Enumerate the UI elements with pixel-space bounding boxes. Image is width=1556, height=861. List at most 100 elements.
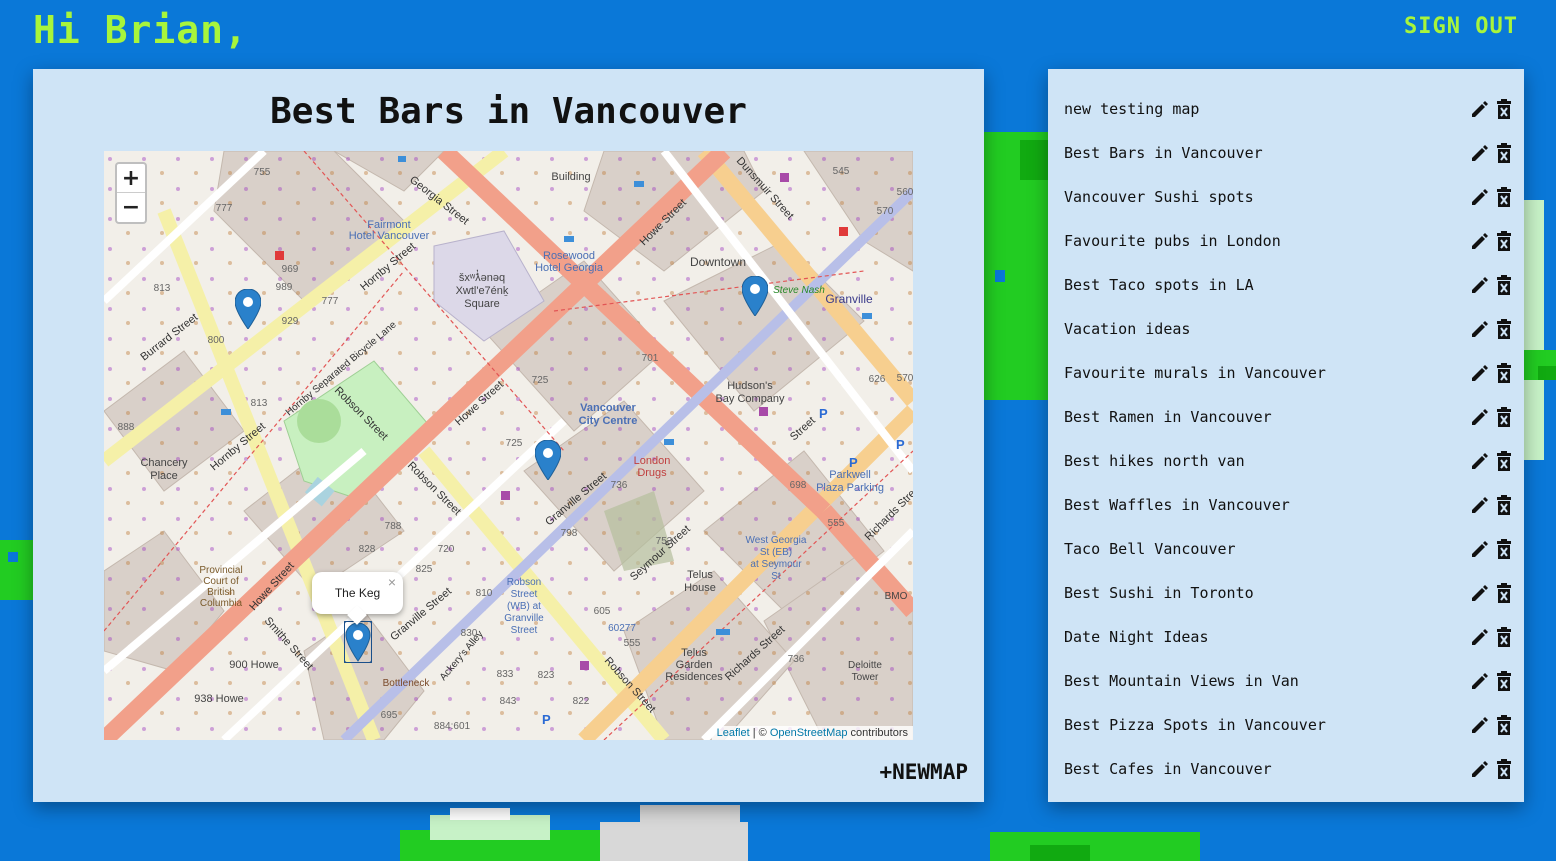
- label-938-howe: 938 Howe: [194, 693, 244, 705]
- popup-close-button[interactable]: ×: [388, 574, 396, 590]
- popup-text: The Keg: [334, 586, 381, 600]
- map-marker-icon-selected[interactable]: [344, 621, 372, 663]
- svg-text:Street: Street: [511, 625, 538, 636]
- label-60277: 60277: [608, 623, 636, 634]
- map-list-item-name[interactable]: Best Ramen in Vancouver: [1064, 408, 1272, 426]
- trash-icon[interactable]: [1496, 627, 1512, 647]
- zoom-in-button[interactable]: +: [117, 164, 145, 193]
- svg-text:777: 777: [322, 296, 339, 307]
- map-list-item-actions: [1470, 671, 1512, 691]
- label-court-1: Provincial: [199, 565, 242, 576]
- map-marker-icon[interactable]: [235, 289, 261, 329]
- svg-text:P: P: [819, 406, 828, 421]
- svg-text:St (EB): St (EB): [760, 547, 792, 558]
- trash-icon[interactable]: [1496, 715, 1512, 735]
- trash-icon[interactable]: [1496, 495, 1512, 515]
- map-list-item: Best hikes north van: [1064, 439, 1512, 483]
- map-list-item-actions: [1470, 759, 1512, 779]
- pencil-icon[interactable]: [1470, 539, 1490, 559]
- map-list-item-name[interactable]: Best hikes north van: [1064, 452, 1245, 470]
- pencil-icon[interactable]: [1470, 319, 1490, 339]
- map-list-item-name[interactable]: Favourite murals in Vancouver: [1064, 364, 1326, 382]
- svg-text:560: 560: [897, 187, 913, 198]
- sign-out-button[interactable]: SIGN OUT: [1404, 14, 1518, 39]
- map-list-item-name[interactable]: Vacation ideas: [1064, 320, 1190, 338]
- map-list-item-name[interactable]: Best Sushi in Toronto: [1064, 584, 1254, 602]
- pencil-icon[interactable]: [1470, 759, 1490, 779]
- map-list-item-name[interactable]: Best Waffles in Vancouver: [1064, 496, 1290, 514]
- leaflet-link[interactable]: Leaflet: [717, 727, 750, 739]
- map-list-item-name[interactable]: Best Cafes in Vancouver: [1064, 760, 1272, 778]
- trash-icon[interactable]: [1496, 275, 1512, 295]
- map-list-item-name[interactable]: Best Pizza Spots in Vancouver: [1064, 716, 1326, 734]
- trash-icon[interactable]: [1496, 319, 1512, 339]
- svg-text:736: 736: [788, 654, 805, 665]
- map-list-item-name[interactable]: Favourite pubs in London: [1064, 232, 1281, 250]
- label-building: Building: [551, 171, 590, 183]
- pencil-icon[interactable]: [1470, 671, 1490, 691]
- svg-text:989: 989: [276, 282, 293, 293]
- map-list-item: Date Night Ideas: [1064, 615, 1512, 659]
- pencil-icon[interactable]: [1470, 627, 1490, 647]
- map-list-item-actions: [1470, 451, 1512, 471]
- map-marker-icon[interactable]: [742, 276, 768, 316]
- label-granville: Granville: [825, 292, 873, 306]
- trash-icon[interactable]: [1496, 759, 1512, 779]
- trash-icon[interactable]: [1496, 99, 1512, 119]
- map-list-item-name[interactable]: new testing map: [1064, 100, 1199, 118]
- label-west-georgia: West Georgia: [746, 535, 807, 546]
- trash-icon[interactable]: [1496, 363, 1512, 383]
- marker-popup: The Keg ×: [312, 572, 403, 625]
- trash-icon[interactable]: [1496, 231, 1512, 251]
- map-list-item: Favourite murals in Vancouver: [1064, 351, 1512, 395]
- map-list-item-name[interactable]: Taco Bell Vancouver: [1064, 540, 1236, 558]
- map-list-item-name[interactable]: Best Bars in Vancouver: [1064, 144, 1263, 162]
- trash-icon[interactable]: [1496, 671, 1512, 691]
- zoom-control: + −: [115, 162, 147, 224]
- label-telus-house-2: House: [684, 582, 716, 594]
- map-list-item-actions: [1470, 627, 1512, 647]
- pencil-icon[interactable]: [1470, 451, 1490, 471]
- svg-text:725: 725: [506, 438, 523, 449]
- pencil-icon[interactable]: [1470, 407, 1490, 427]
- label-parkwell: Parkwell: [829, 469, 871, 481]
- label-city-centre: City Centre: [579, 415, 638, 427]
- trash-icon[interactable]: [1496, 407, 1512, 427]
- openstreetmap-link[interactable]: OpenStreetMap: [770, 727, 848, 739]
- new-map-button[interactable]: +NEWMAP: [879, 760, 968, 784]
- svg-text:626: 626: [869, 374, 886, 385]
- svg-text:698: 698: [790, 480, 807, 491]
- pencil-icon[interactable]: [1470, 231, 1490, 251]
- map-marker-icon[interactable]: [535, 440, 561, 480]
- map-list-item-name[interactable]: Best Mountain Views in Van: [1064, 672, 1299, 690]
- trash-icon[interactable]: [1496, 451, 1512, 471]
- pencil-icon[interactable]: [1470, 583, 1490, 603]
- pencil-icon[interactable]: [1470, 275, 1490, 295]
- map-list-item-actions: [1470, 231, 1512, 251]
- leaflet-map[interactable]: Georgia Street Dunsmuir Street Howe Stre…: [104, 151, 913, 740]
- pencil-icon[interactable]: [1470, 99, 1490, 119]
- trash-icon[interactable]: [1496, 539, 1512, 559]
- pencil-icon[interactable]: [1470, 187, 1490, 207]
- map-list-item-name[interactable]: Best Taco spots in LA: [1064, 276, 1254, 294]
- trash-icon[interactable]: [1496, 187, 1512, 207]
- map-list-item-actions: [1470, 495, 1512, 515]
- pencil-icon[interactable]: [1470, 495, 1490, 515]
- svg-text:Court of: Court of: [203, 576, 239, 587]
- map-list-item: Best Mountain Views in Van: [1064, 659, 1512, 703]
- svg-text:725: 725: [532, 375, 549, 386]
- pencil-icon[interactable]: [1470, 715, 1490, 735]
- map-list-item: new testing map: [1064, 87, 1512, 131]
- pencil-icon[interactable]: [1470, 143, 1490, 163]
- zoom-out-button[interactable]: −: [117, 193, 145, 222]
- trash-icon[interactable]: [1496, 143, 1512, 163]
- map-list-item: Best Sushi in Toronto: [1064, 571, 1512, 615]
- map-list-item-name[interactable]: Date Night Ideas: [1064, 628, 1209, 646]
- label-hudsons-bay-1: Hudson's: [727, 380, 773, 392]
- trash-icon[interactable]: [1496, 583, 1512, 603]
- map-list-item-name[interactable]: Vancouver Sushi spots: [1064, 188, 1254, 206]
- svg-text:British: British: [207, 587, 235, 598]
- label-900-howe: 900 Howe: [229, 659, 279, 671]
- pencil-icon[interactable]: [1470, 363, 1490, 383]
- svg-text:St: St: [771, 571, 781, 582]
